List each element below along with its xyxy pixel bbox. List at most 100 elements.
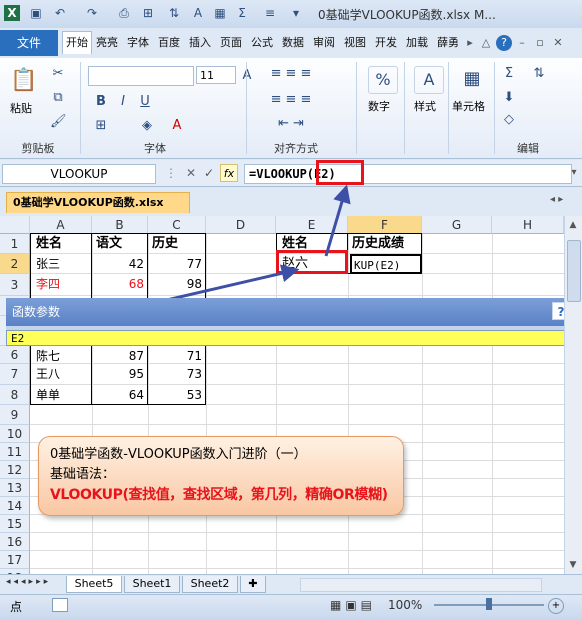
column-header[interactable]: C <box>148 216 206 234</box>
row-header[interactable]: 2 <box>0 254 30 274</box>
cell-chinese[interactable]: 95 <box>92 364 148 384</box>
cell-chinese[interactable]: 68 <box>92 274 148 294</box>
cell-e2[interactable]: 赵六 <box>278 254 346 274</box>
copy-icon[interactable]: ⧉ <box>50 90 66 106</box>
row-header[interactable]: 1 <box>0 234 30 254</box>
restore-icon[interactable]: ▫ <box>532 35 548 51</box>
help-icon[interactable]: ? <box>496 35 512 51</box>
table-icon[interactable]: ⊞ <box>140 5 156 21</box>
print-preview-icon[interactable]: ⎙ <box>116 5 132 21</box>
row-header[interactable]: 6 <box>0 346 30 364</box>
row-header[interactable]: 13 <box>0 479 30 497</box>
border-icon[interactable]: ⊞ <box>94 118 108 134</box>
row-header[interactable]: 12 <box>0 461 30 479</box>
underline-icon[interactable]: U <box>138 94 152 110</box>
clear-icon[interactable]: ◇ <box>502 112 516 128</box>
column-header[interactable]: A <box>30 216 92 234</box>
view-mode-icons[interactable]: ▦▣▤ <box>330 598 376 612</box>
macro-record-icon[interactable] <box>52 598 68 612</box>
cell-f2-active[interactable]: KUP(E2) <box>350 254 422 274</box>
row-header[interactable]: 10 <box>0 425 30 443</box>
autosum-icon[interactable]: Σ <box>502 66 516 82</box>
zoom-level[interactable]: 100% <box>388 598 422 612</box>
row-header[interactable]: 7 <box>0 364 30 385</box>
horizontal-scrollbar[interactable] <box>300 578 542 592</box>
name-box[interactable]: VLOOKUP <box>2 164 156 184</box>
number-button[interactable]: 数字 <box>368 98 390 114</box>
header-chinese[interactable]: 语文 <box>94 234 146 254</box>
column-header[interactable]: F <box>348 216 422 234</box>
cell-name[interactable]: 张三 <box>32 254 90 274</box>
cells-button[interactable]: 单元格 <box>452 98 485 114</box>
cells-icon[interactable]: ▦ <box>458 66 486 92</box>
cell-history[interactable]: 71 <box>148 346 206 366</box>
sheet-nav-icons[interactable]: ◂◂◂▸▸▸ <box>6 577 51 587</box>
row-header[interactable]: 9 <box>0 405 30 425</box>
sort-filter-icon[interactable]: ⇅ <box>528 66 550 82</box>
save-icon[interactable]: ▣ <box>28 5 44 21</box>
workbook-tab[interactable]: 0基础学VLOOKUP函数.xlsx <box>6 192 190 213</box>
text-icon[interactable]: A <box>190 5 206 21</box>
zoom-slider-thumb[interactable] <box>486 598 492 610</box>
row-header[interactable]: 3 <box>0 274 30 296</box>
column-header[interactable]: E <box>276 216 348 234</box>
cell-name[interactable]: 陈七 <box>32 346 90 366</box>
column-header[interactable]: D <box>206 216 276 234</box>
tab-data[interactable]: 数据 <box>279 32 307 54</box>
cell-name[interactable]: 单单 <box>32 385 90 405</box>
tab-file[interactable]: 文件 <box>0 30 58 56</box>
styles-icon[interactable]: A <box>414 66 444 94</box>
align-horizontal-icons[interactable]: ≡≡≡ <box>258 92 328 108</box>
cell-history[interactable]: 77 <box>148 254 206 274</box>
lookup-header-score[interactable]: 历史成绩 <box>350 234 422 254</box>
insert-sheet-icon[interactable]: ✚ <box>240 576 266 593</box>
tab-addins[interactable]: 加载 <box>403 32 431 54</box>
tab-2[interactable]: 亮亮 <box>93 32 121 54</box>
row-header[interactable]: 14 <box>0 497 30 515</box>
row-header[interactable]: 8 <box>0 385 30 405</box>
indent-icons[interactable]: ⇤⇥ <box>258 116 328 132</box>
close-icon[interactable]: ✕ <box>550 35 566 51</box>
cell-chinese[interactable]: 42 <box>92 254 148 274</box>
header-history[interactable]: 历史 <box>150 234 204 254</box>
tab-3[interactable]: 字体 <box>124 32 152 54</box>
redo-icon[interactable]: ↷ <box>84 5 100 21</box>
workbook-nav-icon[interactable]: ◂ ▸ <box>550 194 563 205</box>
cell-history[interactable]: 73 <box>148 364 206 384</box>
cut-icon[interactable]: ✂ <box>50 66 66 82</box>
paste-icon[interactable]: 📋 <box>10 66 38 96</box>
fill-color-icon[interactable]: ◈ <box>140 118 154 134</box>
undo-icon[interactable]: ↶ <box>52 5 68 21</box>
font-color-icon[interactable]: A <box>170 118 184 134</box>
column-header[interactable]: G <box>422 216 492 234</box>
bold-icon[interactable]: B <box>94 94 108 110</box>
sheet-tab[interactable]: Sheet2 <box>182 576 238 593</box>
cell-chinese[interactable]: 87 <box>92 346 148 366</box>
tab-insert[interactable]: 插入 <box>186 32 214 54</box>
format-painter-icon[interactable]: 🖌 <box>50 114 67 130</box>
tab-formulas[interactable]: 公式 <box>248 32 276 54</box>
column-header[interactable]: B <box>92 216 148 234</box>
formula-input[interactable]: =VLOOKUP(E2) <box>244 164 572 184</box>
styles-button[interactable]: 样式 <box>414 98 436 114</box>
align-top-icons[interactable]: ≡≡≡ <box>258 66 328 82</box>
enter-icon[interactable]: ✓ <box>202 166 216 180</box>
cell-history[interactable]: 98 <box>148 274 206 294</box>
tab-page[interactable]: 页面 <box>217 32 245 54</box>
sort-icon[interactable]: ⇅ <box>166 5 182 21</box>
format-icon[interactable]: ≡ <box>262 5 278 21</box>
select-all-corner[interactable] <box>0 216 30 234</box>
scroll-down-icon[interactable]: ▼ <box>566 558 580 572</box>
dropdown-icon[interactable]: ▾ <box>288 5 304 21</box>
cancel-icon[interactable]: ✕ <box>184 166 198 180</box>
scroll-thumb[interactable] <box>567 240 581 302</box>
row-header[interactable]: 11 <box>0 443 30 461</box>
chevron-up-icon[interactable]: △ <box>478 35 494 51</box>
insert-function-button[interactable]: fx <box>220 164 238 182</box>
tab-user[interactable]: 薛勇 <box>434 32 462 54</box>
grow-font-icon[interactable]: A <box>240 68 254 84</box>
tab-developer[interactable]: 开发 <box>372 32 400 54</box>
options-icon[interactable]: ⋮ <box>164 166 178 180</box>
italic-icon[interactable]: I <box>116 94 130 110</box>
percent-icon[interactable]: % <box>368 66 398 94</box>
